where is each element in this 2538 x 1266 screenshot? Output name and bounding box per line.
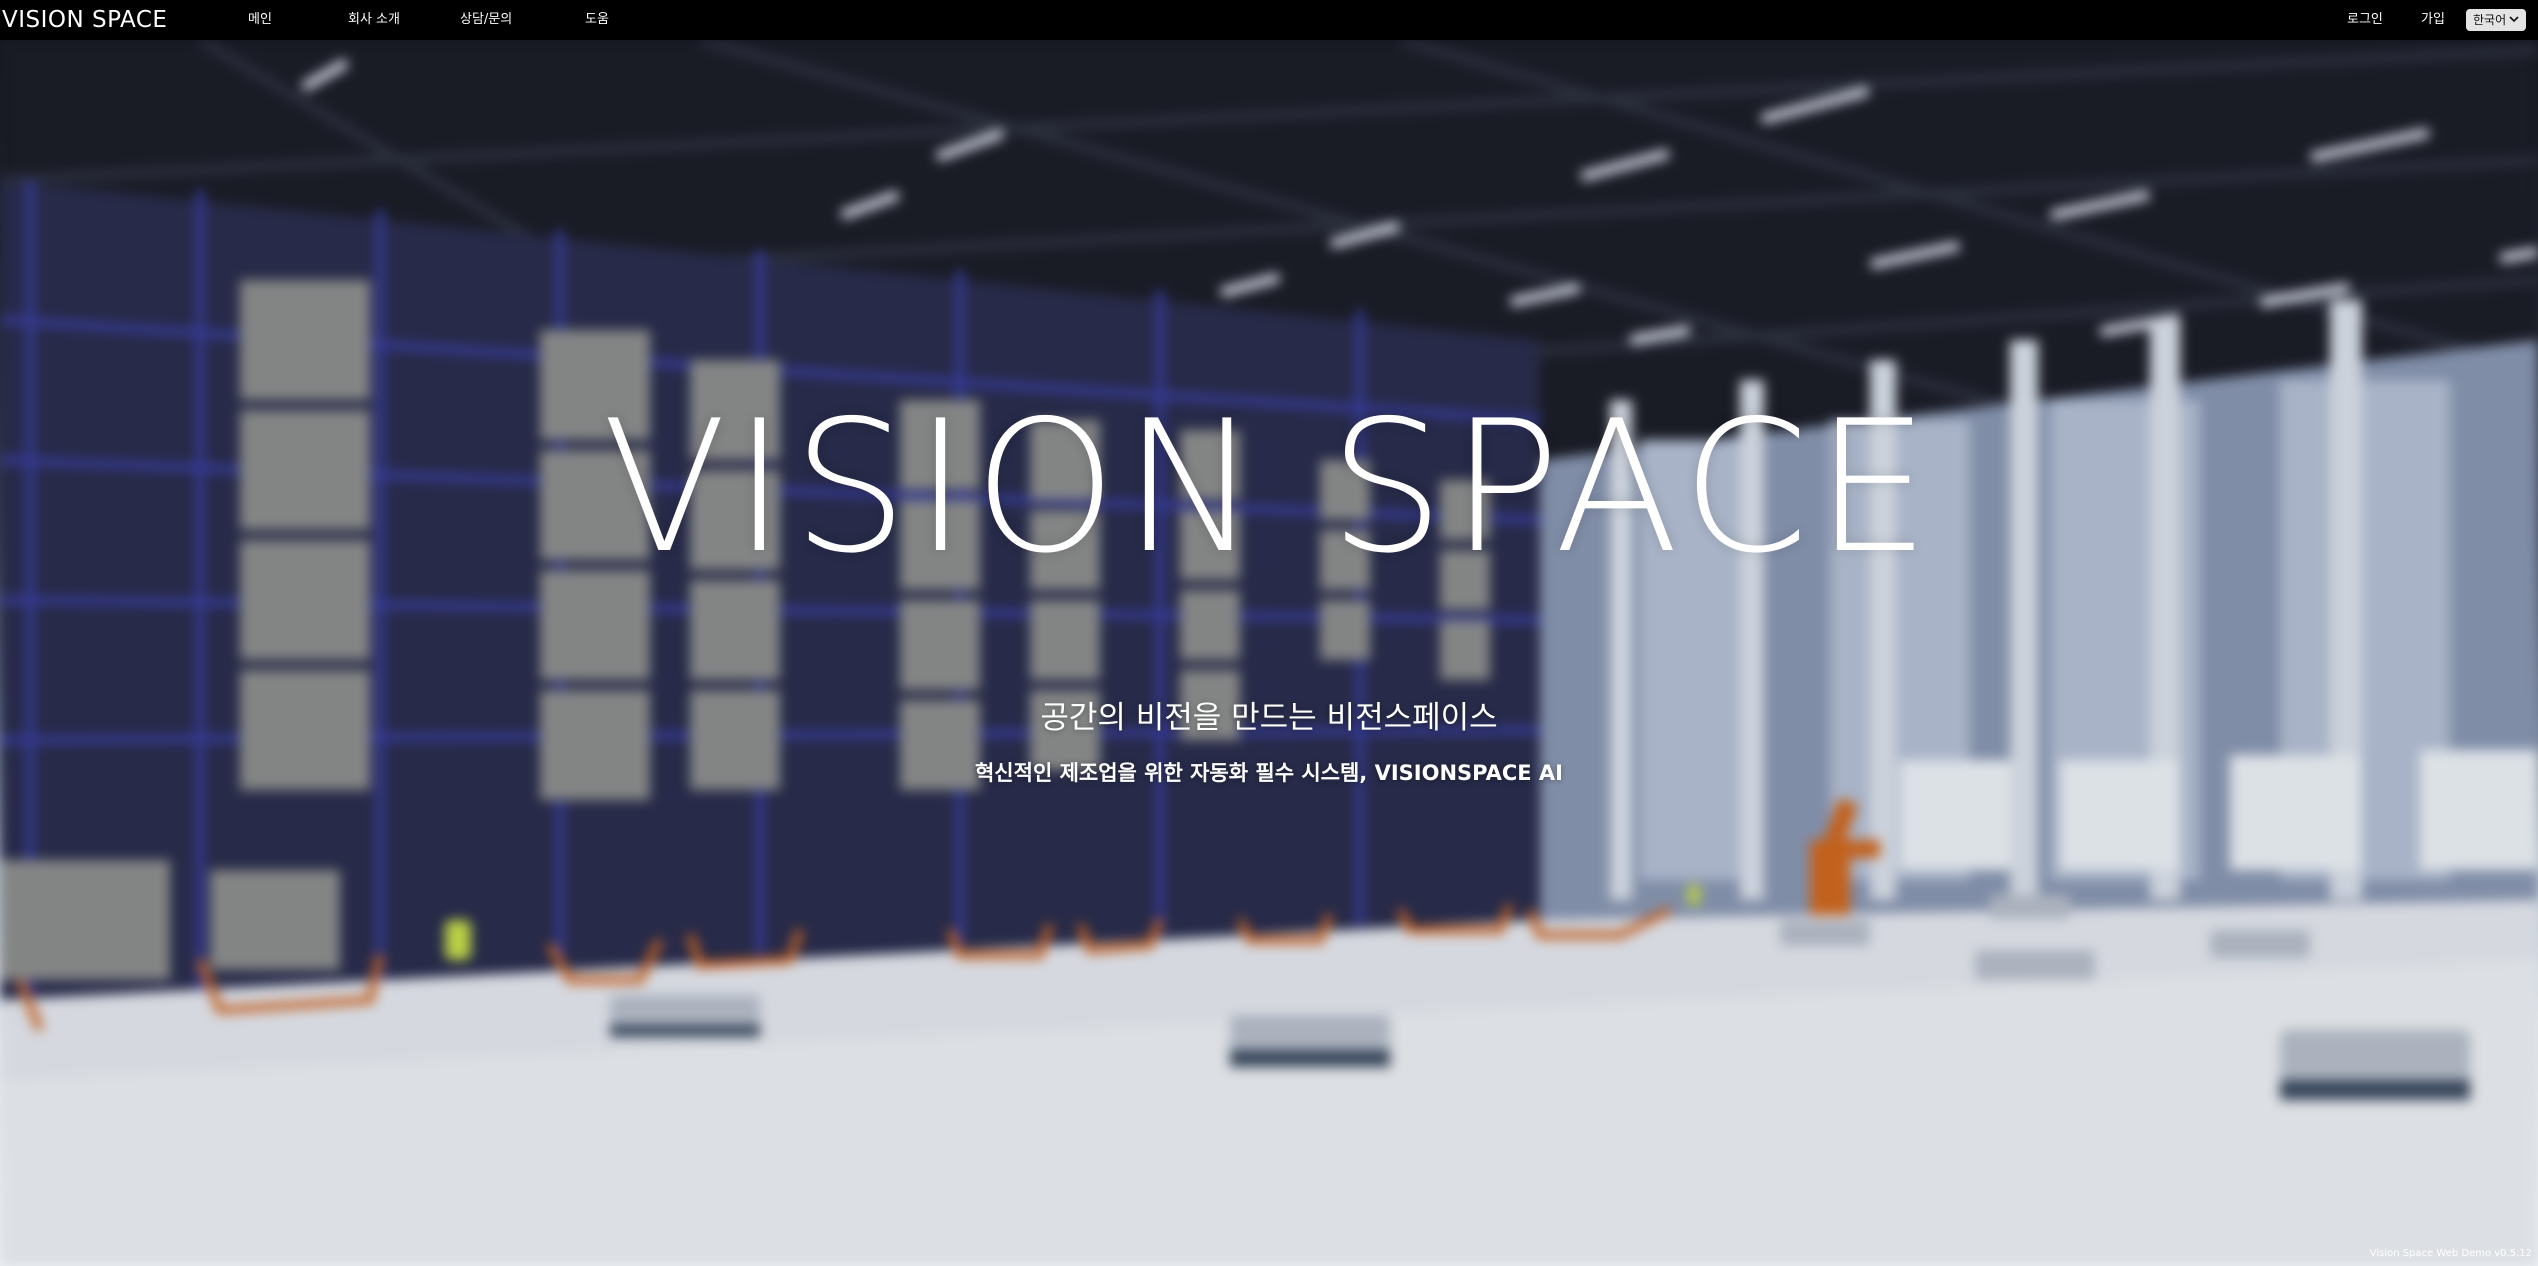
nav-item-company[interactable]: 회사 소개 xyxy=(348,12,400,28)
language-select[interactable]: 한국어 xyxy=(2466,9,2526,31)
hero-title: VISION SPACE xyxy=(602,381,1936,593)
warehouse-background-image xyxy=(0,40,2538,1266)
chevron-down-icon xyxy=(2509,16,2519,23)
nav-item-main[interactable]: 메인 xyxy=(248,12,272,28)
hero-section: VISION SPACE 공간의 비전을 만드는 비전스페이스 혁신적인 제조업… xyxy=(0,40,2538,1266)
nav-item-help[interactable]: 도움 xyxy=(585,12,609,28)
login-link[interactable]: 로그인 xyxy=(2347,12,2383,28)
top-navigation-bar: VISION SPACE 메인 회사 소개 상담/문의 도움 로그인 가입 한국… xyxy=(0,0,2538,40)
language-select-value: 한국어 xyxy=(2473,13,2507,27)
nav-item-contact[interactable]: 상담/문의 xyxy=(460,12,512,28)
site-logo[interactable]: VISION SPACE xyxy=(2,6,167,34)
version-label: Vision Space Web Demo v0.5.12 xyxy=(2369,1248,2532,1259)
signup-link[interactable]: 가입 xyxy=(2421,12,2445,28)
hero-subtitle: 공간의 비전을 만드는 비전스페이스 xyxy=(1040,700,1498,736)
hero-tagline: 혁신적인 제조업을 위한 자동화 필수 시스템, VISIONSPACE AI xyxy=(974,761,1563,785)
